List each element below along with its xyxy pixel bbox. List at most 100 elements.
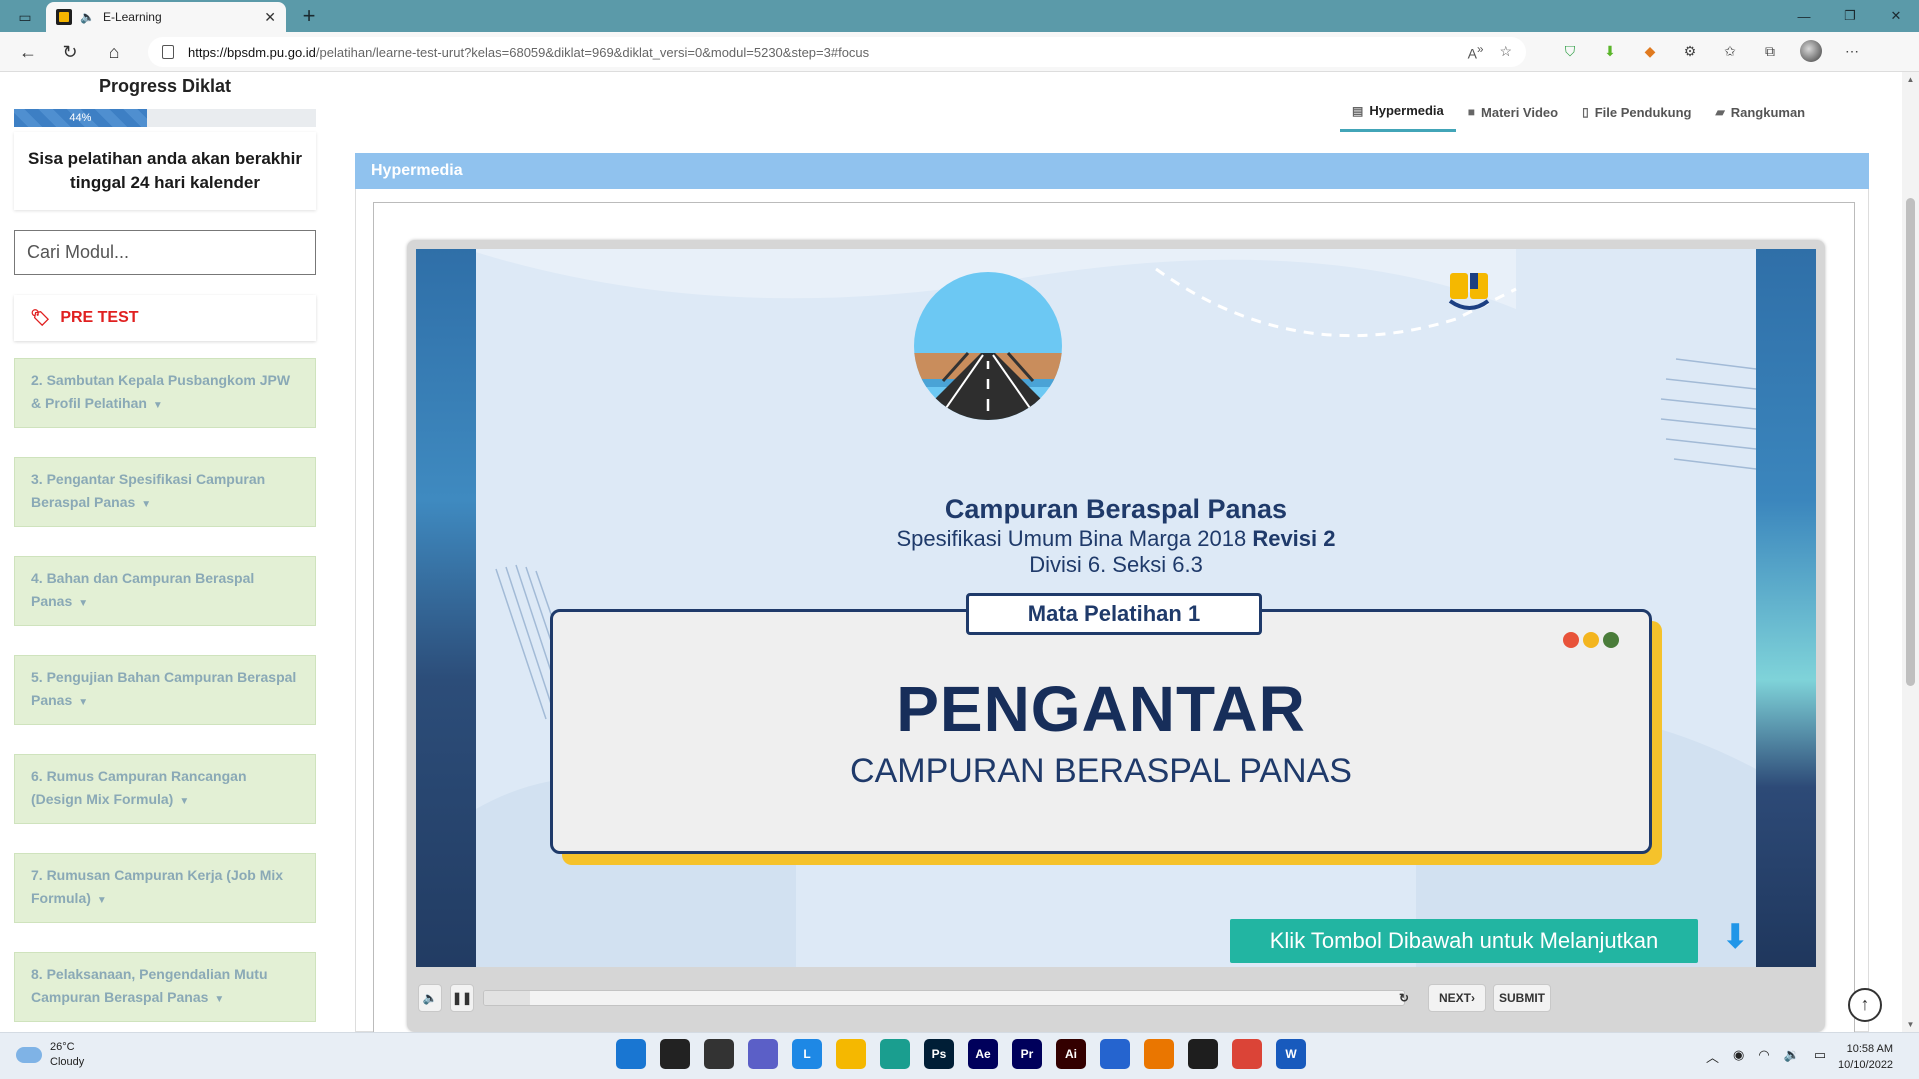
taskbar-word-icon[interactable]: W xyxy=(1276,1039,1306,1069)
module-title: 5. Pengujian Bahan Campuran Beraspal xyxy=(31,669,297,685)
module-item-6[interactable]: 6. Rumus Campuran Rancangan (Design Mix F… xyxy=(14,754,316,824)
module-item-5[interactable]: 5. Pengujian Bahan Campuran Beraspal Pana… xyxy=(14,655,316,725)
pupr-favicon-icon xyxy=(56,9,72,25)
wifi-icon[interactable]: ◠ xyxy=(1758,1047,1769,1066)
progress-bar-fill: 44% xyxy=(14,109,147,127)
file-icon: ▯ xyxy=(1582,105,1589,119)
download-extension-icon[interactable]: ⬇ xyxy=(1600,41,1620,61)
back-button[interactable]: ← xyxy=(14,40,42,64)
url-host: https://bpsdm.pu.go.id xyxy=(188,44,316,60)
tab-file-pendukung[interactable]: ▯ File Pendukung xyxy=(1570,92,1703,132)
next-button[interactable]: NEXT › xyxy=(1428,984,1486,1012)
system-tray: ︿ ◉ ◠ 🔉 ▭ xyxy=(1706,1047,1826,1066)
tab-rangkuman[interactable]: ▰ Rangkuman xyxy=(1703,92,1817,132)
submit-label: SUBMIT xyxy=(1499,991,1545,1005)
taskbar-after-effects-icon[interactable]: Ae xyxy=(968,1039,998,1069)
collections-icon[interactable]: ⧉ xyxy=(1760,41,1780,61)
taskbar-todo-icon[interactable] xyxy=(1100,1039,1130,1069)
shield-extension-icon[interactable]: ⛉ xyxy=(1560,41,1580,61)
tab-hypermedia[interactable]: ▤ Hypermedia xyxy=(1340,92,1456,132)
minimize-button[interactable]: — xyxy=(1781,0,1827,32)
taskbar-chat-icon[interactable] xyxy=(748,1039,778,1069)
module-item-4[interactable]: 4. Bahan dan Campuran Beraspal Panas ▼ xyxy=(14,556,316,626)
favorites-icon[interactable]: ✩ xyxy=(1720,41,1740,61)
taskbar-figma-icon[interactable] xyxy=(1188,1039,1218,1069)
taskbar-illustrator-icon[interactable]: Ai xyxy=(1056,1039,1086,1069)
slide-heading: PENGANTAR xyxy=(896,673,1306,745)
replay-icon: ↻ xyxy=(1398,991,1410,1005)
scroll-up-arrow-icon[interactable]: ▲ xyxy=(1906,75,1915,84)
profile-avatar[interactable] xyxy=(1800,40,1822,62)
vpn-icon[interactable]: ◉ xyxy=(1733,1047,1744,1066)
page-content: Progress Diklat 44% Sisa pelatihan anda … xyxy=(0,72,1919,1032)
module-title-cont: Campuran Beraspal Panas xyxy=(31,989,209,1005)
pause-button[interactable]: ❚❚ xyxy=(450,984,474,1012)
page-scrollbar[interactable]: ▲ ▼ xyxy=(1902,72,1919,1032)
video-camera-icon: ■ xyxy=(1467,105,1476,119)
scroll-thumb[interactable] xyxy=(1906,198,1915,686)
speaker-icon[interactable]: 🔈 xyxy=(80,10,95,24)
pretest-link[interactable]: 🏷 PRE TEST xyxy=(14,295,316,341)
read-aloud-icon[interactable]: A» xyxy=(1468,43,1484,62)
chevron-right-icon: › xyxy=(1471,991,1475,1005)
more-menu-icon[interactable]: ⋯ xyxy=(1842,41,1862,61)
caret-down-icon: ▼ xyxy=(78,598,89,609)
tab-materi-video[interactable]: ■ Materi Video xyxy=(1456,92,1570,132)
module-item-8[interactable]: 8. Pelaksanaan, Pengendalian Mutu Campura… xyxy=(14,952,316,1022)
progress-card: Progress Diklat 44% Sisa pelatihan anda … xyxy=(14,72,316,210)
taskbar-blender-icon[interactable] xyxy=(1144,1039,1174,1069)
progress-bar: 44% xyxy=(14,109,316,127)
close-tab-icon[interactable]: ✕ xyxy=(264,9,276,26)
scroll-to-top-button[interactable]: ↑ xyxy=(1848,988,1882,1022)
dot-green xyxy=(1603,632,1619,648)
pretest-label: PRE TEST xyxy=(60,309,139,326)
content-iframe: Campuran Beraspal Panas Spesifikasi Umum… xyxy=(373,202,1855,1032)
lock-icon[interactable] xyxy=(162,45,174,59)
taskbar-file-explorer-icon[interactable] xyxy=(836,1039,866,1069)
remaining-time-text: Sisa pelatihan anda akan berakhir tingga… xyxy=(14,132,316,210)
extensions-icon[interactable]: ⚙ xyxy=(1680,41,1700,61)
home-button[interactable]: ⌂ xyxy=(100,40,128,64)
seek-bar[interactable] xyxy=(483,990,1405,1006)
taskbar-edge-icon[interactable] xyxy=(880,1039,910,1069)
volume-tray-icon[interactable]: 🔉 xyxy=(1784,1047,1800,1066)
chevron-up-icon[interactable]: ︿ xyxy=(1706,1047,1719,1066)
taskbar-windows-start-icon[interactable] xyxy=(616,1039,646,1069)
browser-tab[interactable]: 🔈 E-Learning ✕ xyxy=(46,2,286,32)
close-window-button[interactable]: ✕ xyxy=(1873,0,1919,32)
url-field[interactable]: https://bpsdm.pu.go.id/pelatihan/learne-… xyxy=(148,37,1526,67)
submit-button[interactable]: SUBMIT xyxy=(1493,984,1551,1012)
weather-widget[interactable]: 26°C Cloudy xyxy=(16,1040,84,1070)
dot-red xyxy=(1563,632,1579,648)
dot-yellow xyxy=(1583,632,1599,648)
new-tab-button[interactable]: + xyxy=(296,3,322,29)
window-dots xyxy=(1563,632,1619,648)
taskbar-premiere-icon[interactable]: Pr xyxy=(1012,1039,1042,1069)
battery-icon[interactable]: ▭ xyxy=(1814,1047,1826,1066)
module-item-3[interactable]: 3. Pengantar Spesifikasi Campuran Beraspa… xyxy=(14,457,316,527)
taskbar-chrome-icon[interactable] xyxy=(1232,1039,1262,1069)
tab-actions-icon[interactable]: ▭ xyxy=(8,6,42,28)
module-item-2[interactable]: 2. Sambutan Kepala Pusbangkom JPW & Profi… xyxy=(14,358,316,428)
module-title-cont: Panas xyxy=(31,692,73,708)
restore-button[interactable]: ❐ xyxy=(1827,0,1873,32)
volume-button[interactable]: 🔈 xyxy=(418,984,442,1012)
module-title: 3. Pengantar Spesifikasi Campuran xyxy=(31,471,266,487)
scroll-down-arrow-icon[interactable]: ▼ xyxy=(1906,1020,1915,1029)
taskbar-task-view-icon[interactable] xyxy=(704,1039,734,1069)
taskbar-lumina-icon[interactable]: L xyxy=(792,1039,822,1069)
sidebar: Progress Diklat 44% Sisa pelatihan anda … xyxy=(14,72,316,1032)
hypermedia-panel-body: Campuran Beraspal Panas Spesifikasi Umum… xyxy=(355,189,1869,1032)
favorite-add-icon[interactable]: ☆ xyxy=(1499,43,1512,62)
module-item-7[interactable]: 7. Rumusan Campuran Kerja (Job Mix Formul… xyxy=(14,853,316,923)
refresh-button[interactable]: ↻ xyxy=(56,40,84,64)
taskbar-photoshop-icon[interactable]: Ps xyxy=(924,1039,954,1069)
tab-label: Hypermedia xyxy=(1369,103,1444,118)
replay-button[interactable]: ↻ xyxy=(1394,988,1414,1008)
clock[interactable]: 10:58 AM 10/10/2022 xyxy=(1838,1041,1893,1073)
slide-division: Divisi 6. Seksi 6.3 xyxy=(1029,552,1203,577)
taskbar-apps: L Ps Ae Pr Ai W xyxy=(616,1039,1306,1069)
taskbar-search-icon[interactable] xyxy=(660,1039,690,1069)
metamask-extension-icon[interactable]: ◆ xyxy=(1640,41,1660,61)
module-search-input[interactable] xyxy=(14,230,316,275)
